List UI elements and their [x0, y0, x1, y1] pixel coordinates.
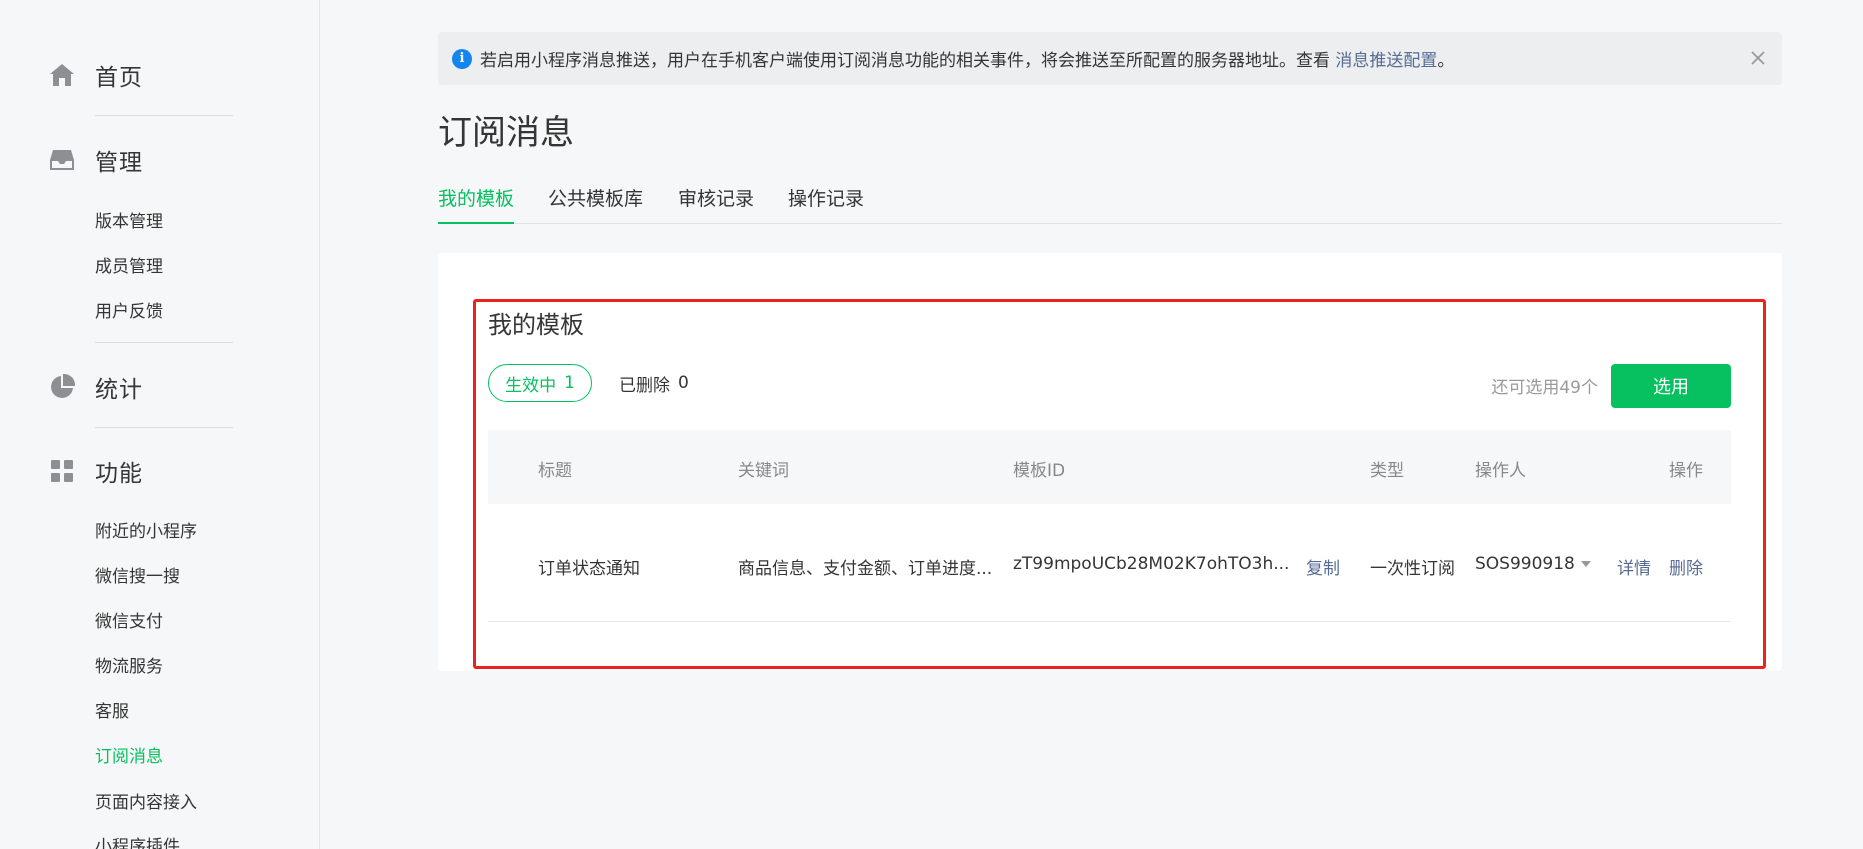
sidebar-item-pay[interactable]: 微信支付 [95, 609, 163, 635]
sidebar-item-manage[interactable]: 管理 [0, 140, 319, 180]
tab-my-templates[interactable]: 我的模板 [438, 184, 515, 224]
sidebar-item-members[interactable]: 成员管理 [95, 254, 163, 280]
pie-chart-icon [48, 373, 76, 401]
tab-bar: 我的模板 公共模板库 审核记录 操作记录 [438, 184, 1782, 224]
sidebar: 首页 管理 版本管理 成员管理 用户反馈 统计 功能 附近的小程序 微信搜一搜 … [0, 0, 320, 849]
row-keywords: 商品信息、支付金额、订单进度... [738, 559, 993, 579]
operator-dropdown[interactable]: SOS990918 [1475, 554, 1591, 574]
sidebar-item-content[interactable]: 页面内容接入 [95, 790, 197, 816]
header-actions: 操作 [1669, 461, 1703, 481]
filter-active[interactable]: 生效中 1 [488, 364, 592, 402]
copy-id-button[interactable]: 复制 [1306, 554, 1340, 579]
info-icon: i [452, 48, 472, 69]
remaining-count: 还可选用49个 [1491, 378, 1598, 398]
sidebar-item-stats[interactable]: 统计 [0, 367, 319, 407]
sidebar-divider [95, 342, 233, 343]
filter-deleted[interactable]: 已删除 0 [619, 364, 689, 402]
row-operator: SOS990918 [1475, 554, 1575, 574]
sidebar-item-version[interactable]: 版本管理 [95, 209, 163, 235]
header-keywords: 关键词 [738, 461, 789, 481]
header-title: 标题 [538, 461, 572, 481]
main-content: i 若启用小程序消息推送，用户在手机客户端使用订阅消息功能的相关事件，将会推送至… [438, 0, 1782, 849]
grid-icon [48, 457, 76, 485]
tab-public-library[interactable]: 公共模板库 [548, 184, 643, 224]
sidebar-item-search[interactable]: 微信搜一搜 [95, 564, 180, 590]
delete-button[interactable]: 删除 [1669, 554, 1703, 579]
tab-review-records[interactable]: 审核记录 [678, 184, 754, 224]
sidebar-item-label: 首页 [95, 65, 143, 91]
filter-deleted-label: 已删除 [619, 375, 670, 396]
header-template-id: 模板ID [1013, 461, 1066, 481]
sidebar-item-logistics[interactable]: 物流服务 [95, 654, 163, 680]
push-config-link[interactable]: 消息推送配置 [1335, 51, 1437, 71]
sidebar-item-service[interactable]: 客服 [95, 699, 129, 725]
sidebar-item-home[interactable]: 首页 [0, 55, 319, 95]
notice-banner: i 若启用小程序消息推送，用户在手机客户端使用订阅消息功能的相关事件，将会推送至… [438, 32, 1782, 85]
template-card: 我的模板 生效中 1 已删除 0 还可选用49个 选用 标题 关键词 模板ID … [438, 253, 1782, 671]
chevron-down-icon [1580, 561, 1591, 567]
detail-button[interactable]: 详情 [1617, 554, 1651, 579]
home-icon [48, 61, 76, 89]
filter-deleted-count: 0 [678, 373, 689, 393]
sidebar-divider [95, 115, 233, 116]
close-icon[interactable] [1746, 46, 1770, 70]
notice-suffix: 。 [1437, 51, 1455, 71]
header-operator: 操作人 [1475, 461, 1526, 481]
row-template-id: zT99mpoUCb28M02K7ohTO3h... [1013, 554, 1290, 574]
sidebar-divider [95, 427, 233, 428]
tab-operation-records[interactable]: 操作记录 [788, 184, 864, 224]
row-type: 一次性订阅 [1370, 559, 1455, 579]
notice-text: 若启用小程序消息推送，用户在手机客户端使用订阅消息功能的相关事件，将会推送至所配… [480, 51, 1336, 71]
header-type: 类型 [1370, 461, 1404, 481]
select-template-button[interactable]: 选用 [1611, 364, 1731, 408]
sidebar-item-feedback[interactable]: 用户反馈 [95, 299, 163, 325]
filter-active-count: 1 [564, 373, 575, 393]
row-title: 订单状态通知 [538, 559, 640, 579]
table-row: 订单状态通知 商品信息、支付金额、订单进度... zT99mpoUCb28M02… [488, 504, 1731, 622]
filter-active-label: 生效中 [505, 375, 557, 396]
inbox-icon [48, 146, 76, 174]
page-title: 订阅消息 [438, 113, 574, 153]
sidebar-item-label: 功能 [95, 461, 143, 487]
table-header: 标题 关键词 模板ID 类型 操作人 操作 [488, 430, 1731, 504]
card-title: 我的模板 [488, 311, 584, 339]
sidebar-item-features[interactable]: 功能 [0, 451, 319, 491]
sidebar-item-label: 管理 [95, 150, 143, 176]
sidebar-item-plugin[interactable]: 小程序插件 [95, 834, 180, 849]
sidebar-item-subscribe[interactable]: 订阅消息 [95, 744, 163, 770]
sidebar-item-label: 统计 [95, 377, 143, 403]
notice-message: 若启用小程序消息推送，用户在手机客户端使用订阅消息功能的相关事件，将会推送至所配… [480, 46, 1454, 71]
sidebar-item-nearby[interactable]: 附近的小程序 [95, 519, 197, 545]
